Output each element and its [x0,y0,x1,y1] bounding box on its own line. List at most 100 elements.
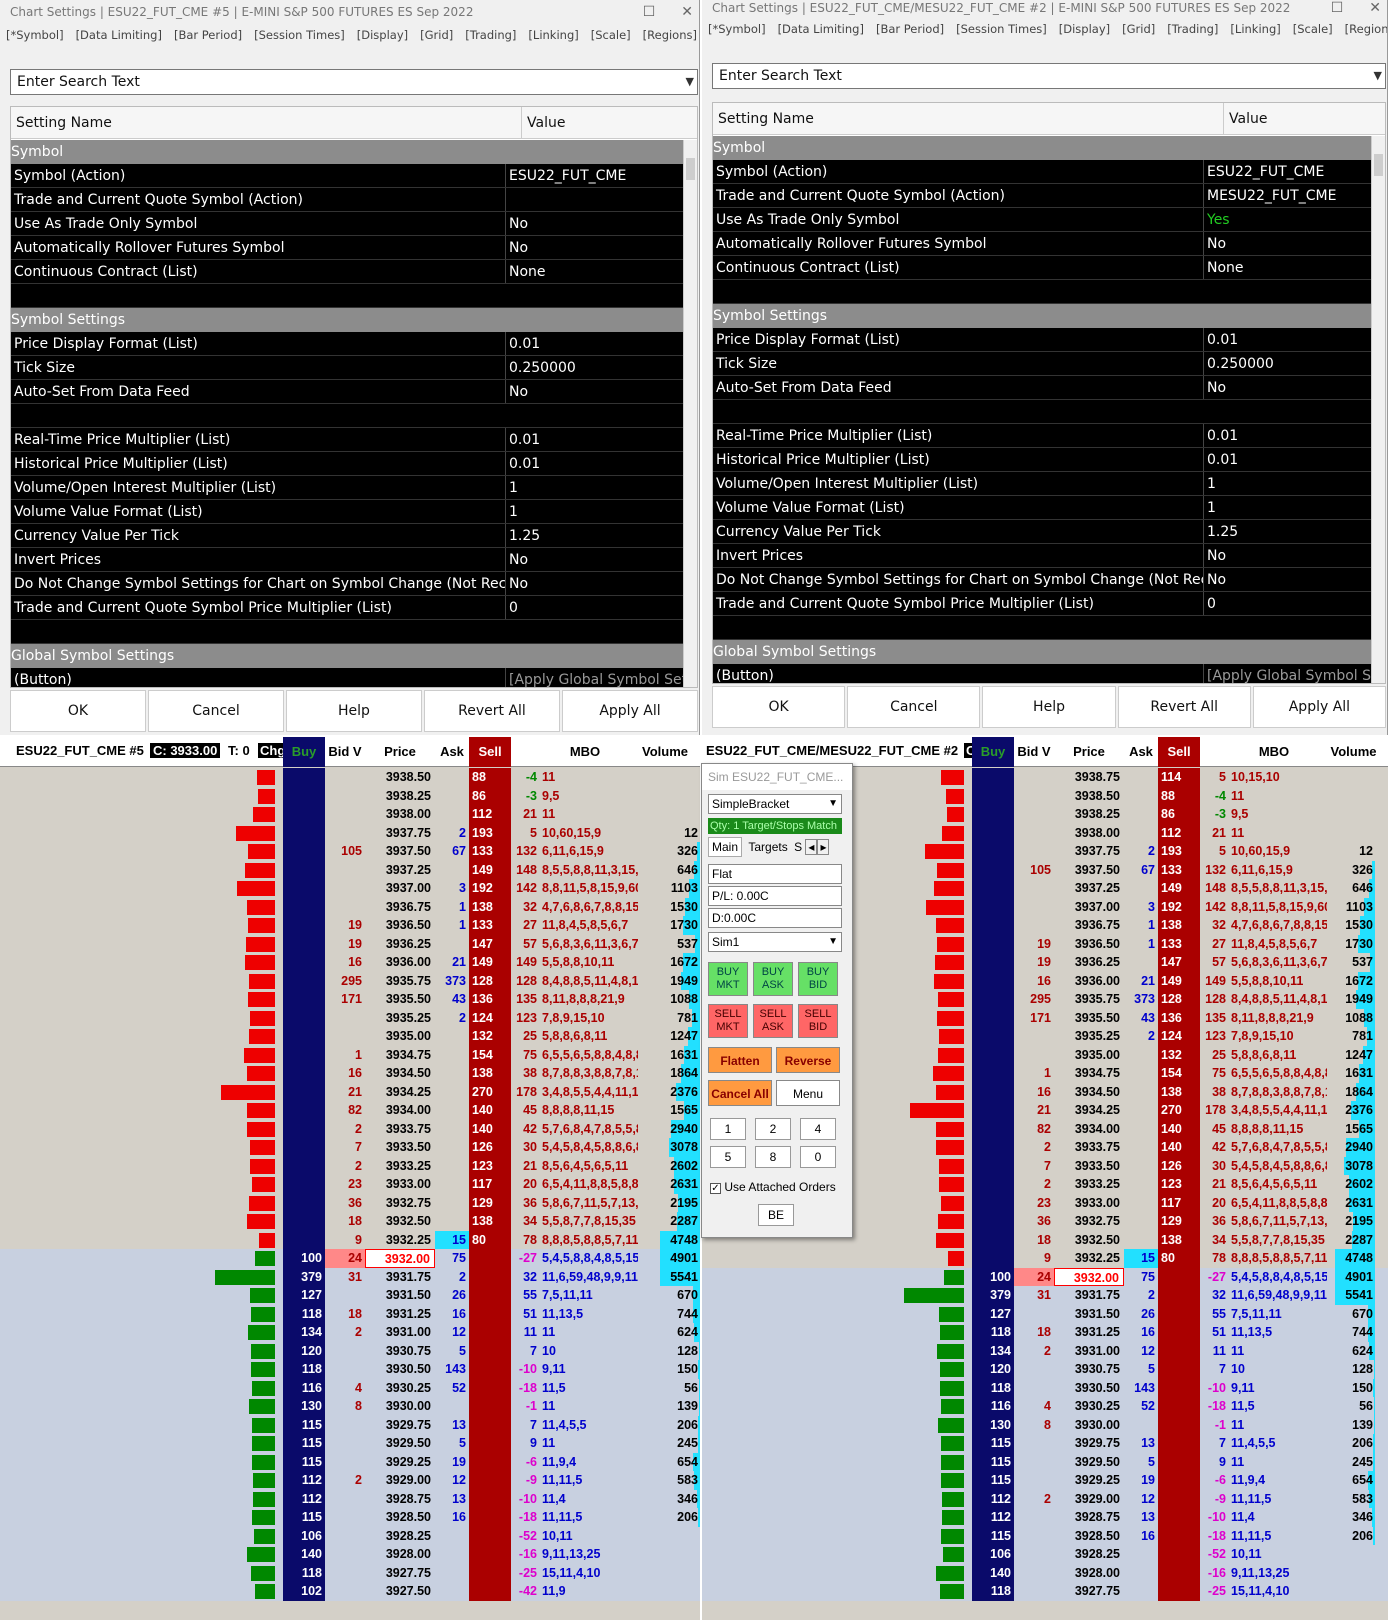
sell-cell[interactable]: 140 [469,1119,511,1138]
buy-header[interactable]: Buy [283,737,325,767]
buy-cell[interactable] [972,879,1014,898]
price-cell[interactable]: 3934.25 [365,1083,435,1102]
price-cell[interactable]: 3936.75 [365,898,435,917]
setting-row[interactable]: Automatically Rollover Futures Symbol No [713,232,1371,256]
setting-row[interactable]: Historical Price Multiplier (List) 0.01 [713,448,1371,472]
setting-row[interactable]: Currency Value Per Tick 1.25 [713,520,1371,544]
setting-value[interactable]: ESU22_FUT_CME [1203,160,1371,183]
sell-cell[interactable]: 126 [1158,1156,1200,1175]
buy-cell[interactable] [283,1156,325,1175]
price-cell[interactable]: 3930.75 [1054,1360,1124,1379]
sell-cell[interactable] [1158,1286,1200,1305]
sell-cell[interactable]: 270 [1158,1101,1200,1120]
price-cell[interactable]: 3935.50 [365,990,435,1009]
buy-cell[interactable]: 130 [972,1415,1014,1434]
buy-cell[interactable] [283,1193,325,1212]
bidv-header[interactable]: Bid V [1014,737,1054,767]
sell-cell[interactable]: 154 [469,1045,511,1064]
buy-cell[interactable]: 115 [972,1526,1014,1545]
price-cell[interactable]: 3932.00 [1054,1267,1124,1286]
price-cell[interactable]: 3935.25 [365,1009,435,1028]
col-value[interactable]: Value [1223,103,1267,134]
setting-row[interactable]: Invert Prices No [713,544,1371,568]
price-cell[interactable]: 3932.50 [365,1212,435,1231]
setting-row[interactable]: Automatically Rollover Futures Symbol No [11,236,683,260]
buy-cell[interactable]: 130 [283,1397,325,1416]
price-cell[interactable]: 3936.75 [1054,916,1124,935]
buy-cell[interactable] [972,1082,1014,1101]
price-cell[interactable]: 3932.75 [1054,1212,1124,1231]
buy-cell[interactable] [972,860,1014,879]
sell-cell[interactable]: 133 [469,916,511,935]
buy-cell[interactable]: 379 [972,1286,1014,1305]
setting-row[interactable]: Trade and Current Quote Symbol (Action) M… [713,184,1371,208]
sell-cell[interactable]: 138 [469,1212,511,1231]
sell-cell[interactable] [1158,1526,1200,1545]
setting-value[interactable]: Yes [1203,208,1371,231]
sell-cell[interactable] [1158,1304,1200,1323]
price-cell[interactable]: 3933.75 [1054,1138,1124,1157]
maximize-icon[interactable]: ☐ [1331,0,1344,16]
settings-tab[interactable]: [Session Times] [956,22,1047,36]
price-cell[interactable]: 3931.75 [1054,1286,1124,1305]
sell-cell[interactable] [469,1267,511,1286]
price-cell[interactable]: 3934.25 [1054,1101,1124,1120]
askv-header[interactable]: Ask V [1124,737,1158,789]
price-cell[interactable]: 3931.50 [365,1286,435,1305]
setting-value[interactable]: [Apply Global Symbol Settings] [505,668,683,687]
sell-cell[interactable]: 80 [469,1230,511,1249]
price-cell[interactable]: 3932.50 [1054,1231,1124,1250]
buy-cell[interactable]: 102 [283,1582,325,1601]
setting-row[interactable]: Currency Value Per Tick 1.25 [11,524,683,548]
buy-cell[interactable] [972,786,1014,805]
buy-cell[interactable]: 127 [283,1286,325,1305]
buy-cell[interactable] [283,1175,325,1194]
buy-cell[interactable] [283,805,325,824]
price-cell[interactable]: 3930.25 [1054,1397,1124,1416]
settings-tab[interactable]: [*Symbol] [708,22,766,36]
setting-value[interactable]: No [505,236,683,259]
sell-cell[interactable] [469,1397,511,1416]
price-cell[interactable]: 3930.00 [365,1397,435,1416]
qty-5-button[interactable]: 5 [710,1146,746,1168]
sell-cell[interactable] [1158,1415,1200,1434]
sell-bid-button[interactable]: SELL BID [798,1004,838,1038]
setting-value[interactable]: No [505,572,683,595]
buy-cell[interactable]: 140 [283,1545,325,1564]
sell-cell[interactable]: 147 [469,934,511,953]
buy-cell[interactable] [972,1249,1014,1268]
sell-cell[interactable]: 193 [469,823,511,842]
buy-cell[interactable] [283,1212,325,1231]
sell-cell[interactable]: 133 [1158,934,1200,953]
reverse-button[interactable]: Reverse [776,1047,840,1073]
sell-cell[interactable]: 270 [469,1082,511,1101]
sell-cell[interactable]: 112 [469,805,511,824]
setting-value[interactable]: 1 [1203,472,1371,495]
price-cell[interactable]: 3933.25 [365,1157,435,1176]
setting-row[interactable]: (Button) [Apply Global Symbol Settings] [713,664,1371,683]
sell-cell[interactable]: 154 [1158,1064,1200,1083]
ok-button[interactable]: OK [10,690,146,732]
price-cell[interactable]: 3937.50 [1054,861,1124,880]
sell-cell[interactable]: 138 [469,1064,511,1083]
sell-cell[interactable] [1158,1471,1200,1490]
setting-value[interactable]: 0.250000 [1203,352,1371,375]
sell-cell[interactable] [469,1415,511,1434]
buy-cell[interactable]: 116 [283,1378,325,1397]
buy-cell[interactable]: 115 [283,1452,325,1471]
sell-cell[interactable]: 132 [469,1027,511,1046]
bidv-header[interactable]: Bid V [325,737,365,767]
mbo-header[interactable]: MBO [1229,737,1319,767]
settings-tab[interactable]: [Grid] [420,28,453,42]
setting-row[interactable]: Tick Size 0.250000 [11,356,683,380]
sell-cell[interactable] [1158,1378,1200,1397]
chevron-down-icon[interactable]: ▼ [686,70,694,94]
qty-1-button[interactable]: 1 [710,1118,746,1140]
settings-tab[interactable]: [Data Limiting] [778,22,864,36]
buy-cell[interactable] [972,1119,1014,1138]
sell-cell[interactable] [469,1452,511,1471]
setting-value[interactable]: No [1203,376,1371,399]
revert-all-button[interactable]: Revert All [1117,686,1251,728]
buy-cell[interactable] [972,823,1014,842]
price-cell[interactable]: 3933.00 [365,1175,435,1194]
